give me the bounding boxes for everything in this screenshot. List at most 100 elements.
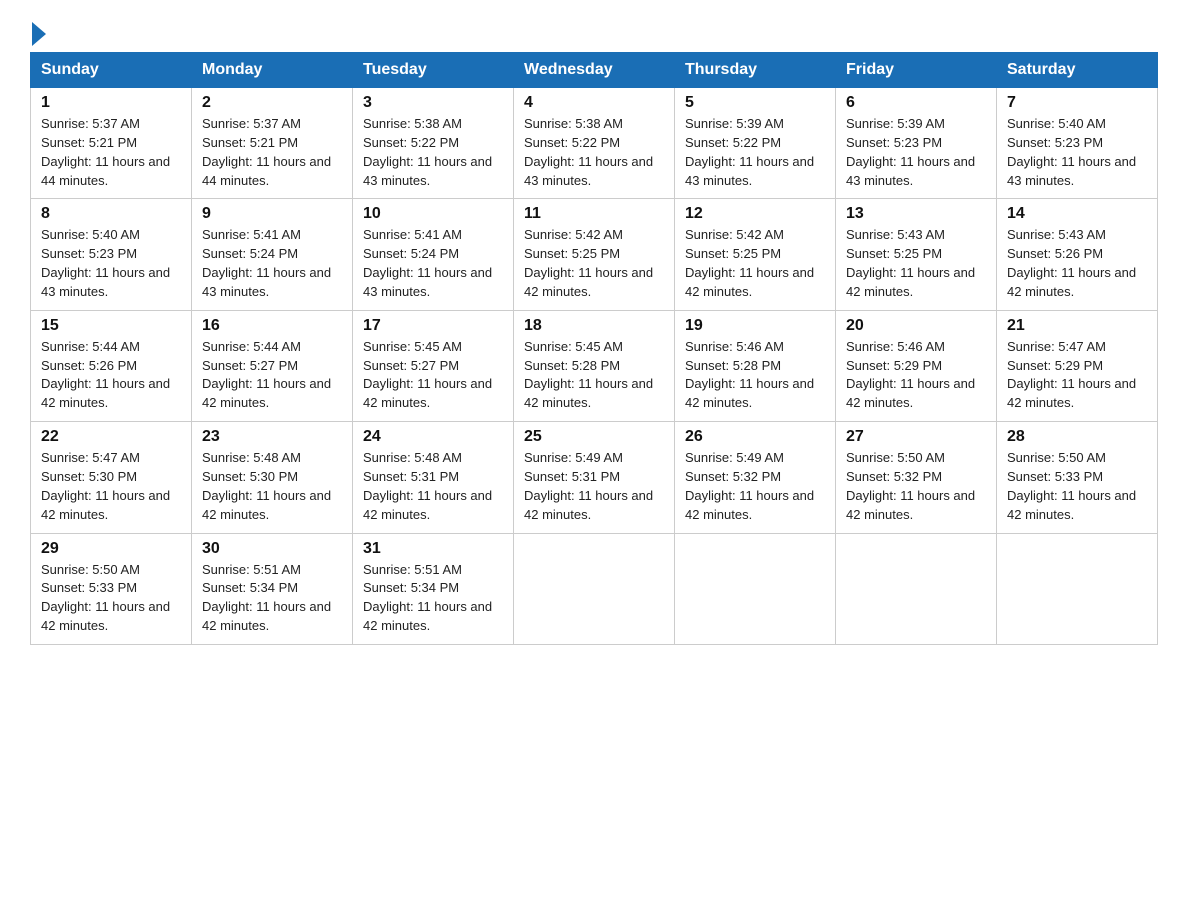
day-info: Sunrise: 5:43 AMSunset: 5:26 PMDaylight:…	[1007, 226, 1147, 301]
day-number: 3	[363, 94, 503, 112]
day-info: Sunrise: 5:48 AMSunset: 5:31 PMDaylight:…	[363, 449, 503, 524]
day-number: 6	[846, 94, 986, 112]
day-number: 13	[846, 205, 986, 223]
day-cell: 17 Sunrise: 5:45 AMSunset: 5:27 PMDayligh…	[353, 310, 514, 421]
week-row-4: 22 Sunrise: 5:47 AMSunset: 5:30 PMDayligh…	[31, 422, 1158, 533]
day-cell: 7 Sunrise: 5:40 AMSunset: 5:23 PMDaylight…	[997, 88, 1158, 199]
day-number: 11	[524, 205, 664, 223]
day-number: 20	[846, 317, 986, 335]
day-number: 21	[1007, 317, 1147, 335]
day-cell: 29 Sunrise: 5:50 AMSunset: 5:33 PMDayligh…	[31, 533, 192, 644]
day-cell: 12 Sunrise: 5:42 AMSunset: 5:25 PMDayligh…	[675, 199, 836, 310]
day-number: 30	[202, 540, 342, 558]
day-cell: 25Sunrise: 5:49 AMSunset: 5:31 PMDayligh…	[514, 422, 675, 533]
day-cell: 10Sunrise: 5:41 AMSunset: 5:24 PMDayligh…	[353, 199, 514, 310]
day-cell: 28 Sunrise: 5:50 AMSunset: 5:33 PMDayligh…	[997, 422, 1158, 533]
day-info: Sunrise: 5:37 AMSunset: 5:21 PMDaylight:…	[202, 115, 342, 190]
day-number: 15	[41, 317, 181, 335]
day-info: Sunrise: 5:47 AMSunset: 5:29 PMDaylight:…	[1007, 338, 1147, 413]
day-info: Sunrise: 5:41 AMSunset: 5:24 PMDaylight:…	[202, 226, 342, 301]
day-cell: 21 Sunrise: 5:47 AMSunset: 5:29 PMDayligh…	[997, 310, 1158, 421]
day-number: 16	[202, 317, 342, 335]
day-number: 12	[685, 205, 825, 223]
day-info: Sunrise: 5:46 AMSunset: 5:29 PMDaylight:…	[846, 338, 986, 413]
day-cell: 9Sunrise: 5:41 AMSunset: 5:24 PMDaylight…	[192, 199, 353, 310]
day-info: Sunrise: 5:42 AMSunset: 5:25 PMDaylight:…	[524, 226, 664, 301]
day-cell: 6 Sunrise: 5:39 AMSunset: 5:23 PMDaylight…	[836, 88, 997, 199]
day-cell: 8Sunrise: 5:40 AMSunset: 5:23 PMDaylight…	[31, 199, 192, 310]
day-number: 29	[41, 540, 181, 558]
day-cell: 4Sunrise: 5:38 AMSunset: 5:22 PMDaylight…	[514, 88, 675, 199]
header-thursday: Thursday	[675, 53, 836, 88]
day-cell: 15 Sunrise: 5:44 AMSunset: 5:26 PMDayligh…	[31, 310, 192, 421]
day-number: 26	[685, 428, 825, 446]
day-number: 2	[202, 94, 342, 112]
day-info: Sunrise: 5:48 AMSunset: 5:30 PMDaylight:…	[202, 449, 342, 524]
day-cell	[514, 533, 675, 644]
day-info: Sunrise: 5:40 AMSunset: 5:23 PMDaylight:…	[1007, 115, 1147, 190]
day-info: Sunrise: 5:45 AMSunset: 5:27 PMDaylight:…	[363, 338, 503, 413]
day-cell	[675, 533, 836, 644]
day-cell: 16Sunrise: 5:44 AMSunset: 5:27 PMDayligh…	[192, 310, 353, 421]
day-info: Sunrise: 5:50 AMSunset: 5:33 PMDaylight:…	[41, 561, 181, 636]
day-number: 23	[202, 428, 342, 446]
day-number: 4	[524, 94, 664, 112]
logo-arrow-icon	[32, 22, 46, 46]
day-info: Sunrise: 5:38 AMSunset: 5:22 PMDaylight:…	[363, 115, 503, 190]
day-cell: 27Sunrise: 5:50 AMSunset: 5:32 PMDayligh…	[836, 422, 997, 533]
week-row-1: 1 Sunrise: 5:37 AMSunset: 5:21 PMDaylight…	[31, 88, 1158, 199]
day-number: 24	[363, 428, 503, 446]
week-row-2: 8Sunrise: 5:40 AMSunset: 5:23 PMDaylight…	[31, 199, 1158, 310]
day-number: 25	[524, 428, 664, 446]
header-saturday: Saturday	[997, 53, 1158, 88]
day-cell: 2 Sunrise: 5:37 AMSunset: 5:21 PMDaylight…	[192, 88, 353, 199]
logo	[30, 20, 46, 42]
day-number: 19	[685, 317, 825, 335]
day-info: Sunrise: 5:47 AMSunset: 5:30 PMDaylight:…	[41, 449, 181, 524]
day-cell: 3 Sunrise: 5:38 AMSunset: 5:22 PMDaylight…	[353, 88, 514, 199]
day-cell: 30Sunrise: 5:51 AMSunset: 5:34 PMDayligh…	[192, 533, 353, 644]
day-number: 28	[1007, 428, 1147, 446]
day-number: 1	[41, 94, 181, 112]
day-cell: 31Sunrise: 5:51 AMSunset: 5:34 PMDayligh…	[353, 533, 514, 644]
day-info: Sunrise: 5:44 AMSunset: 5:26 PMDaylight:…	[41, 338, 181, 413]
day-number: 7	[1007, 94, 1147, 112]
header-tuesday: Tuesday	[353, 53, 514, 88]
day-number: 10	[363, 205, 503, 223]
header-wednesday: Wednesday	[514, 53, 675, 88]
calendar-header-row: SundayMondayTuesdayWednesdayThursdayFrid…	[31, 53, 1158, 88]
week-row-3: 15 Sunrise: 5:44 AMSunset: 5:26 PMDayligh…	[31, 310, 1158, 421]
day-cell: 20 Sunrise: 5:46 AMSunset: 5:29 PMDayligh…	[836, 310, 997, 421]
day-cell: 23 Sunrise: 5:48 AMSunset: 5:30 PMDayligh…	[192, 422, 353, 533]
day-cell: 5 Sunrise: 5:39 AMSunset: 5:22 PMDaylight…	[675, 88, 836, 199]
day-cell: 18Sunrise: 5:45 AMSunset: 5:28 PMDayligh…	[514, 310, 675, 421]
day-cell: 24 Sunrise: 5:48 AMSunset: 5:31 PMDayligh…	[353, 422, 514, 533]
day-cell: 13 Sunrise: 5:43 AMSunset: 5:25 PMDayligh…	[836, 199, 997, 310]
day-number: 14	[1007, 205, 1147, 223]
day-info: Sunrise: 5:43 AMSunset: 5:25 PMDaylight:…	[846, 226, 986, 301]
day-info: Sunrise: 5:40 AMSunset: 5:23 PMDaylight:…	[41, 226, 181, 301]
day-info: Sunrise: 5:39 AMSunset: 5:22 PMDaylight:…	[685, 115, 825, 190]
day-number: 5	[685, 94, 825, 112]
week-row-5: 29 Sunrise: 5:50 AMSunset: 5:33 PMDayligh…	[31, 533, 1158, 644]
header-sunday: Sunday	[31, 53, 192, 88]
day-number: 31	[363, 540, 503, 558]
calendar-table: SundayMondayTuesdayWednesdayThursdayFrid…	[30, 52, 1158, 645]
day-cell: 26 Sunrise: 5:49 AMSunset: 5:32 PMDayligh…	[675, 422, 836, 533]
day-info: Sunrise: 5:39 AMSunset: 5:23 PMDaylight:…	[846, 115, 986, 190]
day-number: 27	[846, 428, 986, 446]
header-friday: Friday	[836, 53, 997, 88]
header-monday: Monday	[192, 53, 353, 88]
day-cell: 14 Sunrise: 5:43 AMSunset: 5:26 PMDayligh…	[997, 199, 1158, 310]
day-info: Sunrise: 5:42 AMSunset: 5:25 PMDaylight:…	[685, 226, 825, 301]
day-number: 17	[363, 317, 503, 335]
day-info: Sunrise: 5:49 AMSunset: 5:32 PMDaylight:…	[685, 449, 825, 524]
day-info: Sunrise: 5:45 AMSunset: 5:28 PMDaylight:…	[524, 338, 664, 413]
day-cell	[997, 533, 1158, 644]
day-cell: 11 Sunrise: 5:42 AMSunset: 5:25 PMDayligh…	[514, 199, 675, 310]
day-info: Sunrise: 5:50 AMSunset: 5:33 PMDaylight:…	[1007, 449, 1147, 524]
day-info: Sunrise: 5:46 AMSunset: 5:28 PMDaylight:…	[685, 338, 825, 413]
day-number: 22	[41, 428, 181, 446]
day-cell: 1Sunrise: 5:37 AMSunset: 5:21 PMDaylight…	[31, 88, 192, 199]
day-cell	[836, 533, 997, 644]
